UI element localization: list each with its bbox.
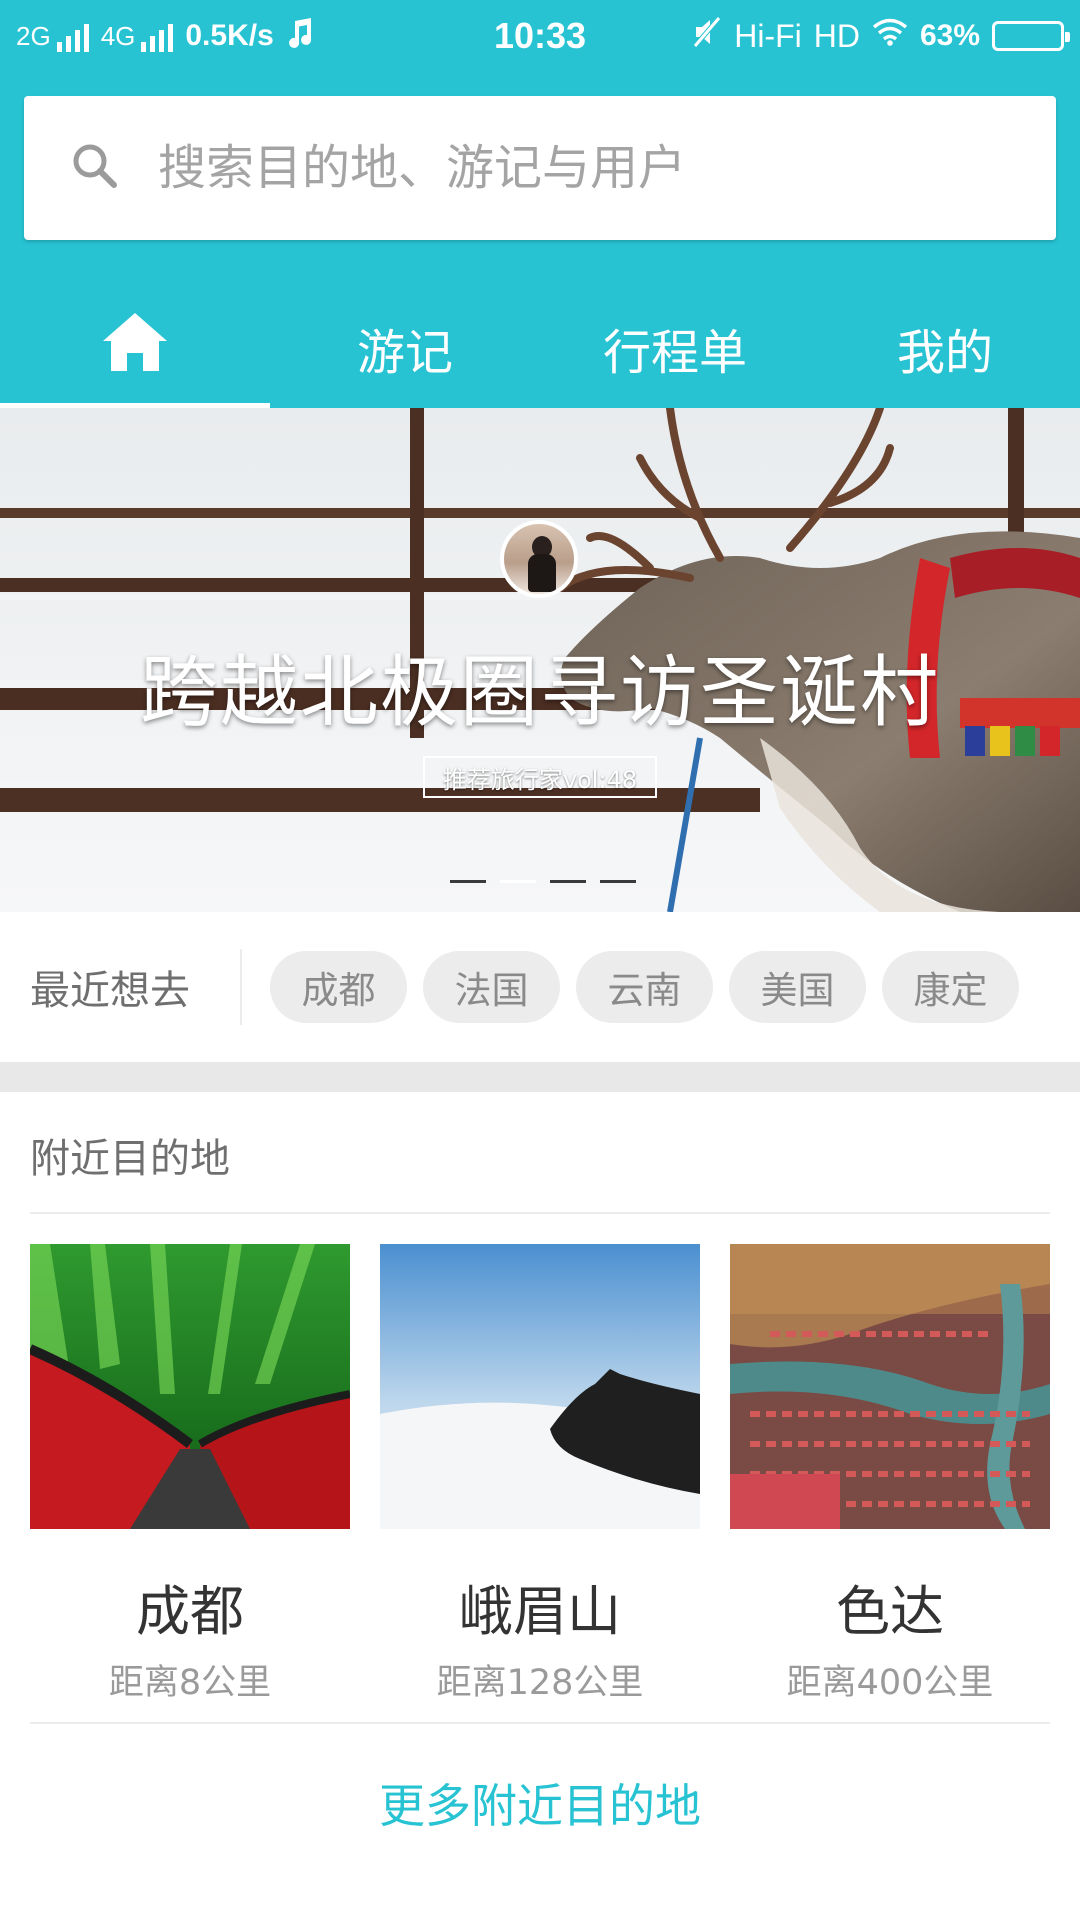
chip-france[interactable]: 法国 [423, 951, 560, 1023]
tab-home[interactable] [0, 288, 270, 408]
destination-name: 成都 [136, 1580, 244, 1643]
destination-name: 峨眉山 [459, 1580, 621, 1643]
carousel-dot [550, 880, 586, 883]
chip-kangding[interactable]: 康定 [882, 951, 1019, 1023]
carousel-dot-active [500, 880, 536, 883]
divider [240, 949, 242, 1025]
recent-wishes: 最近想去 成都 法国 云南 美国 康定 [0, 912, 1080, 1062]
network-type-2g: 2G [16, 20, 51, 51]
search-input[interactable] [158, 140, 958, 196]
destination-photo [30, 1244, 350, 1529]
home-icon [101, 311, 169, 385]
chip-yunnan[interactable]: 云南 [576, 951, 713, 1023]
tab-travelogue[interactable]: 游记 [270, 288, 540, 408]
author-avatar[interactable] [500, 520, 578, 598]
search-icon [68, 139, 122, 197]
main-tabs: 游记 行程单 我的 [0, 288, 1080, 408]
status-bar: 2G 4G 0.5K/s 10:33 Hi-Fi HD 63% [0, 0, 1080, 72]
hero-title: 跨越北极圈寻访圣诞村 [139, 648, 940, 738]
recent-label: 最近想去 [30, 968, 190, 1014]
chip-usa[interactable]: 美国 [729, 951, 866, 1023]
carousel-dot [450, 880, 486, 883]
wifi-icon [872, 18, 908, 54]
chip-chengdu[interactable]: 成都 [270, 951, 407, 1023]
recent-chips: 成都 法国 云南 美国 康定 [270, 951, 1019, 1023]
tab-mine[interactable]: 我的 [810, 288, 1080, 408]
signal-bars-icon [56, 23, 89, 52]
network-type-4g: 4G [100, 20, 136, 51]
signal-2g: 2G [16, 21, 89, 52]
signal-bars-icon [141, 23, 174, 52]
app-header: 游记 行程单 我的 [0, 72, 1080, 408]
status-right: Hi-Fi HD 63% [692, 16, 1070, 56]
network-speed: 0.5K/s [185, 19, 274, 52]
search-bar[interactable] [24, 96, 1056, 240]
hifi-label: Hi-Fi [734, 17, 802, 54]
destination-distance: 距离8公里 [108, 1663, 272, 1703]
nearby-cards: 成都 距离8公里 峨眉山 距离128公里 色达 距离400公里 [30, 1244, 1050, 1705]
section-title: 附近目的地 [30, 1136, 230, 1182]
nearby-card-seda[interactable]: 色达 距离400公里 [730, 1244, 1050, 1705]
destination-name: 色达 [836, 1580, 944, 1643]
more-nearby-link[interactable]: 更多附近目的地 [0, 1770, 1080, 1836]
nearby-card-chengdu[interactable]: 成都 距离8公里 [30, 1244, 350, 1705]
hero-banner[interactable]: 跨越北极圈寻访圣诞村 推荐旅行家vol:48 [0, 408, 1080, 912]
tab-itinerary[interactable]: 行程单 [540, 288, 810, 408]
carousel-dot [600, 880, 636, 883]
destination-distance: 距离400公里 [786, 1663, 994, 1703]
hero-subtitle: 推荐旅行家vol:48 [423, 756, 657, 798]
signal-4g: 4G [101, 21, 174, 52]
carousel-indicator [450, 880, 636, 883]
destination-distance: 距离128公里 [436, 1663, 644, 1703]
status-left: 2G 4G 0.5K/s [16, 17, 314, 55]
hd-label: HD [813, 17, 860, 54]
section-separator [0, 1062, 1080, 1092]
mute-icon [692, 16, 722, 56]
battery-percent: 63% [919, 19, 980, 52]
destination-photo [730, 1244, 1050, 1529]
destination-photo [380, 1244, 700, 1529]
divider [30, 1212, 1050, 1214]
battery-icon [992, 21, 1070, 51]
divider [30, 1722, 1050, 1724]
music-note-icon [286, 17, 314, 55]
nearby-card-emeishan[interactable]: 峨眉山 距离128公里 [380, 1244, 700, 1705]
